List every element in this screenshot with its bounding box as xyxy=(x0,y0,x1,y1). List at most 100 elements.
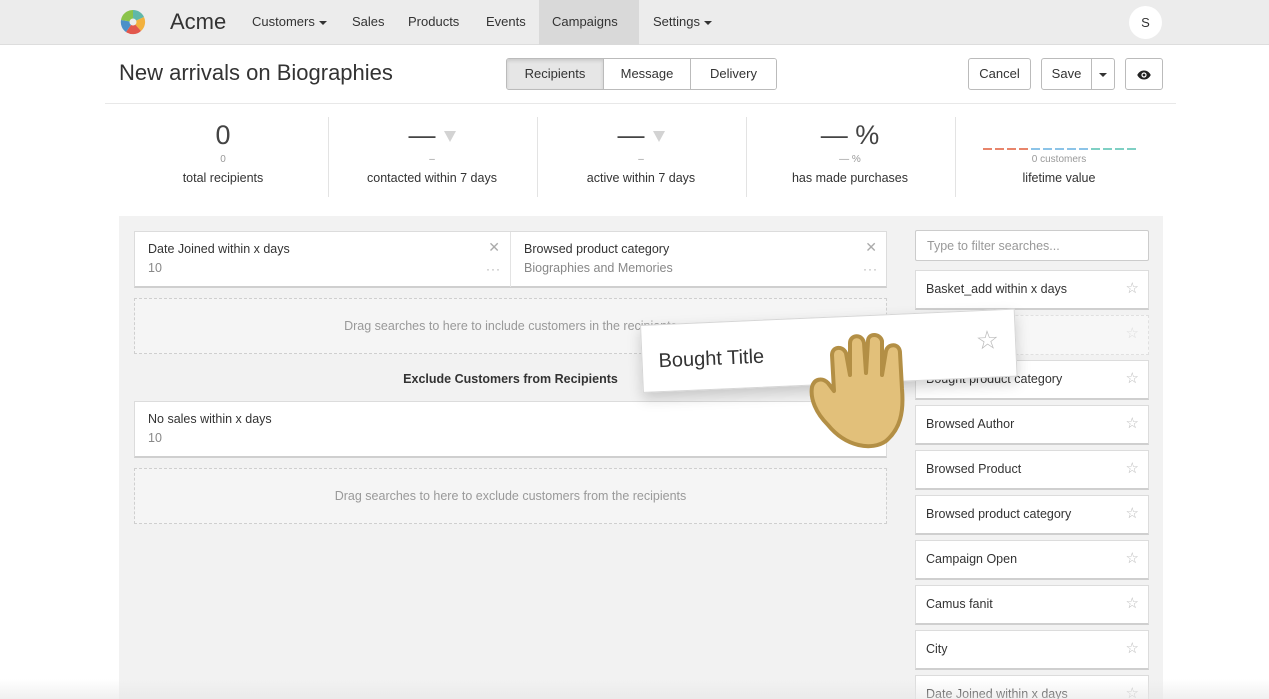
saved-search-item[interactable]: City ☆ xyxy=(915,630,1149,670)
saved-search-item[interactable]: Browsed Author ☆ xyxy=(915,405,1149,445)
nav-customers[interactable]: Customers xyxy=(239,0,340,45)
sparkline-segment xyxy=(1090,148,1100,150)
nav-campaigns-label: Campaigns xyxy=(552,14,618,29)
sparkline-segment xyxy=(994,148,1004,150)
more-options-icon[interactable]: ··· xyxy=(863,262,878,276)
tab-delivery[interactable]: Delivery xyxy=(691,59,776,89)
star-icon[interactable]: ☆ xyxy=(1126,369,1139,387)
stat-subvalue: – xyxy=(638,154,644,165)
criteria-item[interactable]: Browsed product category Biographies and… xyxy=(511,232,887,287)
criteria-item[interactable]: Date Joined within x days 10 ✕ ··· xyxy=(135,232,511,287)
stat-subvalue: 0 xyxy=(220,154,226,165)
star-icon[interactable]: ☆ xyxy=(1126,414,1139,432)
nav-products-label: Products xyxy=(408,14,460,29)
saved-search-label: Browsed Product xyxy=(926,462,1022,476)
stat-active: — – active within 7 days xyxy=(537,117,745,199)
criteria-title: Browsed product category xyxy=(524,242,670,256)
sparkline-segment xyxy=(1018,148,1028,150)
stat-total-recipients: 0 0 total recipients xyxy=(119,117,327,199)
sparkline-segment xyxy=(1042,148,1052,150)
save-options-button[interactable] xyxy=(1091,58,1115,90)
stat-value: 0 xyxy=(215,120,231,150)
stat-label: has made purchases xyxy=(791,171,909,185)
sparkline-segment xyxy=(1078,148,1088,150)
sparkline-segment xyxy=(1114,148,1124,150)
criteria-value: Biographies and Memories xyxy=(524,261,673,275)
exclude-criteria-group: No sales within x days 10 xyxy=(134,401,887,458)
star-icon[interactable]: ☆ xyxy=(1126,504,1139,522)
saved-search-item[interactable]: Browsed product category ☆ xyxy=(915,495,1149,535)
saved-search-item[interactable]: Basket_add within x days ☆ xyxy=(915,270,1149,310)
sparkline-segment xyxy=(1126,148,1136,150)
tab-message[interactable]: Message xyxy=(604,59,691,89)
star-icon[interactable]: ☆ xyxy=(1126,459,1139,477)
save-button[interactable]: Save xyxy=(1041,58,1092,90)
saved-search-item[interactable]: Date Joined within x days ☆ xyxy=(915,675,1149,699)
stat-value: — xyxy=(617,120,645,150)
stat-label: contacted within 7 days xyxy=(367,171,497,185)
sparkline-segment xyxy=(1030,148,1040,150)
stat-label: lifetime value xyxy=(1022,171,1096,185)
sparkline-segment xyxy=(1066,148,1076,150)
stat-value: — % xyxy=(820,120,880,150)
nav-sales-label: Sales xyxy=(352,14,385,29)
nav-events[interactable]: Events xyxy=(473,0,539,45)
criteria-value: 10 xyxy=(148,431,162,445)
tab-recipients[interactable]: Recipients xyxy=(507,59,604,89)
star-icon[interactable]: ☆ xyxy=(1126,639,1139,657)
eye-icon xyxy=(1137,70,1151,80)
cancel-button[interactable]: Cancel xyxy=(968,58,1031,90)
triangle-down-icon xyxy=(443,131,456,143)
saved-search-label: Browsed Author xyxy=(926,417,1015,431)
stat-label: active within 7 days xyxy=(586,171,696,185)
criteria-value: 10 xyxy=(148,261,162,275)
sparkline-segment xyxy=(1006,148,1016,150)
user-avatar[interactable]: S xyxy=(1129,6,1162,39)
star-icon: ☆ xyxy=(1125,325,1139,342)
saved-search-label: Basket_add within x days xyxy=(926,282,1068,296)
stat-subvalue: — % xyxy=(839,154,861,165)
include-criteria-group: Date Joined within x days 10 ✕ ··· Brows… xyxy=(134,231,887,288)
top-navbar: Acme Customers Sales Products Events Cam… xyxy=(0,0,1269,69)
lifetime-value-sparkline xyxy=(955,117,1163,151)
saved-search-item[interactable]: Browsed Product ☆ xyxy=(915,450,1149,490)
stat-value-row: — xyxy=(328,117,536,151)
nav-sales[interactable]: Sales xyxy=(339,0,398,45)
stat-purchases: — % — % has made purchases xyxy=(746,117,954,199)
chevron-down-icon xyxy=(703,20,712,25)
star-icon[interactable]: ☆ xyxy=(1126,549,1139,567)
saved-search-label: Camus fanit xyxy=(926,597,993,611)
stat-subvalue: – xyxy=(429,154,435,165)
star-icon: ☆ xyxy=(975,324,1000,356)
sparkline-segment xyxy=(1102,148,1112,150)
more-options-icon[interactable]: ··· xyxy=(486,262,501,276)
nav-settings-label: Settings xyxy=(653,14,700,29)
criteria-item[interactable]: No sales within x days 10 xyxy=(135,402,888,457)
star-icon[interactable]: ☆ xyxy=(1126,279,1139,297)
search-filter-input[interactable] xyxy=(915,230,1149,261)
header-divider xyxy=(105,103,1176,104)
brand-name[interactable]: Acme xyxy=(170,9,226,35)
close-icon[interactable]: ✕ xyxy=(865,239,877,256)
page-title: New arrivals on Biographies xyxy=(119,60,393,85)
saved-search-item[interactable]: Camus fanit ☆ xyxy=(915,585,1149,625)
saved-search-item[interactable]: Campaign Open ☆ xyxy=(915,540,1149,580)
dragged-search-label: Bought Title xyxy=(658,345,765,373)
acme-logo-icon[interactable] xyxy=(119,8,147,36)
stat-label: total recipients xyxy=(182,171,264,185)
saved-search-label: Browsed product category xyxy=(926,507,1072,521)
nav-products[interactable]: Products xyxy=(395,0,472,45)
saved-search-label: Campaign Open xyxy=(926,552,1018,566)
close-icon[interactable]: ✕ xyxy=(488,239,500,256)
sparkline-segment xyxy=(1054,148,1064,150)
nav-customers-label: Customers xyxy=(252,14,315,29)
star-icon[interactable]: ☆ xyxy=(1126,684,1139,699)
criteria-title: No sales within x days xyxy=(148,412,272,426)
star-icon[interactable]: ☆ xyxy=(1126,594,1139,612)
criteria-title: Date Joined within x days xyxy=(148,242,290,256)
preview-button[interactable] xyxy=(1125,58,1163,90)
nav-events-label: Events xyxy=(486,14,526,29)
nav-settings[interactable]: Settings xyxy=(640,0,725,45)
nav-campaigns[interactable]: Campaigns xyxy=(539,0,639,69)
exclude-dropzone[interactable]: Drag searches to here to exclude custome… xyxy=(134,468,887,524)
